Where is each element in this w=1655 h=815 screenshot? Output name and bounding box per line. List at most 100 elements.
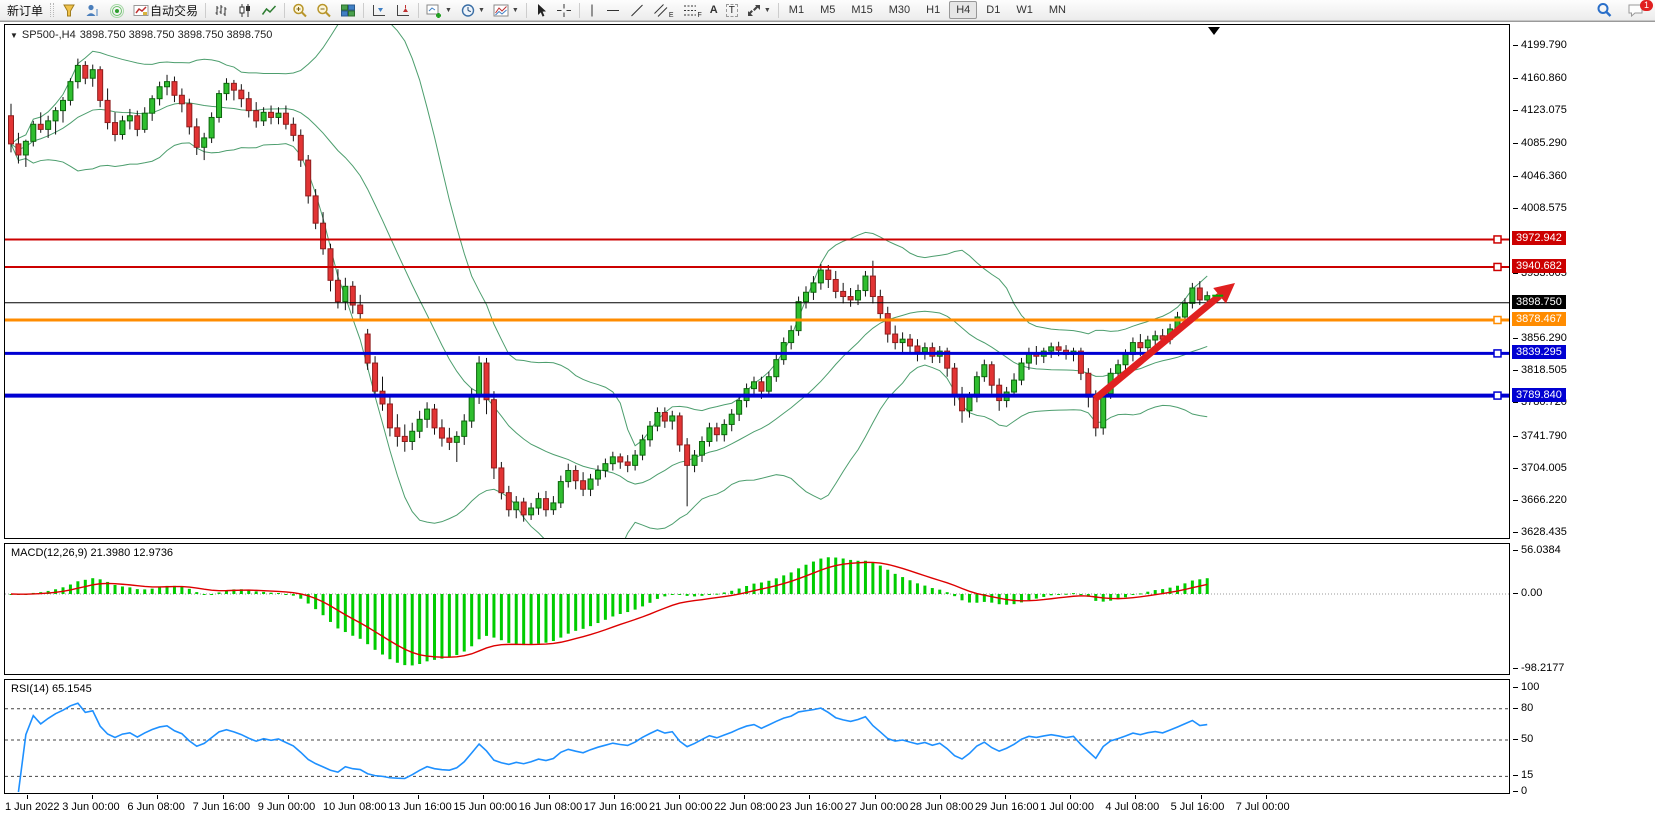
rsi-label: RSI(14) 65.1545 [11, 683, 92, 695]
time-axis-tick [1135, 795, 1136, 799]
timeframe-button-m15[interactable]: M15 [844, 1, 879, 19]
price-panel[interactable]: ▼ SP500-,H4 3898.750 3898.750 3898.750 3… [4, 24, 1510, 539]
template-caret-icon: ▼ [512, 7, 519, 14]
auto-scroll-button[interactable] [367, 0, 391, 20]
price-axis[interactable]: 4199.7904160.8604123.0754085.2904046.360… [1510, 22, 1655, 815]
time-axis-label: 23 Jun 16:00 [779, 801, 843, 813]
time-axis-label: 28 Jun 08:00 [910, 801, 974, 813]
horizontal-line-tool-button[interactable] [601, 0, 625, 20]
time-axis-label: 1 Jul 00:00 [1040, 801, 1094, 813]
macd-axis-tick: -98.2177 [1521, 662, 1564, 674]
toolbar-separator [579, 3, 580, 18]
signal-button[interactable] [105, 0, 129, 20]
timeframe-group: M1M5M15M30H1H4D1W1MN [782, 1, 1073, 19]
notifications-button[interactable]: 1 [1623, 0, 1649, 20]
time-axis-tick [875, 795, 876, 799]
template-button[interactable]: ▼ [489, 0, 523, 20]
fibonacci-tool-button[interactable]: F [678, 0, 706, 20]
time-axis-label: 5 Jul 16:00 [1171, 801, 1225, 813]
toolbar-separator [284, 3, 285, 18]
text-tool-button[interactable]: A [706, 0, 722, 20]
candlestick-chart-button[interactable] [233, 0, 257, 20]
price-axis-tick: 3704.005 [1521, 462, 1567, 474]
time-axis-label: 13 Jun 16:00 [388, 801, 452, 813]
timeframe-button-m1[interactable]: M1 [782, 1, 811, 19]
timeframe-button-m30[interactable]: M30 [882, 1, 917, 19]
time-axis-tick [679, 795, 680, 799]
chart-title: ▼ SP500-,H4 3898.750 3898.750 3898.750 3… [10, 29, 272, 41]
chart-collapse-icon[interactable]: ▼ [10, 31, 18, 40]
zoom-out-button[interactable] [312, 0, 336, 20]
label-tool-button[interactable]: T [722, 0, 742, 20]
timeframe-button-h4[interactable]: H4 [949, 1, 977, 19]
time-axis-tick [1266, 795, 1267, 799]
crosshair-tool-button[interactable] [552, 0, 576, 20]
main-toolbar: 新订单 自动交易 ▼ ▼ [0, 0, 1655, 21]
search-button[interactable] [1592, 0, 1617, 20]
price-level-badge: 3972.942 [1512, 231, 1566, 245]
auto-trading-button[interactable]: 自动交易 [129, 0, 202, 20]
funnel-icon [61, 3, 77, 18]
price-axis-tick: 3628.435 [1521, 526, 1567, 538]
market-watch-button[interactable] [81, 0, 105, 20]
time-axis-label: 29 Jun 16:00 [975, 801, 1039, 813]
time-axis-label: 15 Jun 00:00 [453, 801, 517, 813]
rsi-canvas[interactable] [5, 680, 1509, 793]
toolbar-separator [418, 3, 419, 18]
new-order-button[interactable]: 新订单 [3, 0, 47, 20]
search-icon [1596, 2, 1613, 18]
chart-shift-button[interactable] [391, 0, 415, 20]
time-axis[interactable]: 1 Jun 20223 Jun 00:006 Jun 08:007 Jun 16… [4, 795, 1510, 815]
zoom-in-button[interactable] [288, 0, 312, 20]
timeframe-button-h1[interactable]: H1 [919, 1, 947, 19]
price-level-badge: 3839.295 [1512, 345, 1566, 359]
price-axis-tick: 3856.290 [1521, 332, 1567, 344]
cursor-tool-button[interactable] [530, 0, 552, 20]
time-axis-label: 4 Jul 08:00 [1105, 801, 1159, 813]
macd-panel[interactable]: MACD(12,26,9) 21.3980 12.9736 [4, 543, 1510, 675]
add-indicator-caret-icon: ▼ [445, 7, 452, 14]
rsi-panel[interactable]: RSI(14) 65.1545 [4, 679, 1510, 794]
toolbar-separator [526, 3, 527, 18]
fibonacci-icon [682, 3, 698, 18]
time-axis-tick [1070, 795, 1071, 799]
tile-windows-button[interactable] [336, 0, 360, 20]
rsi-axis-tick: 15 [1521, 769, 1533, 781]
time-axis-tick [940, 795, 941, 799]
price-axis-tick: 3818.505 [1521, 364, 1567, 376]
channel-tool-button[interactable]: E [649, 0, 678, 20]
funnel-button[interactable] [57, 0, 81, 20]
horizontal-line-icon [605, 3, 621, 18]
trendline-tool-button[interactable] [625, 0, 649, 20]
vertical-line-tool-button[interactable] [583, 0, 601, 20]
timeframe-button-d1[interactable]: D1 [979, 1, 1007, 19]
chart-shift-icon [395, 3, 411, 18]
price-axis-tick: 4085.290 [1521, 137, 1567, 149]
add-indicator-button[interactable]: ▼ [422, 0, 456, 20]
trendline-icon [629, 3, 645, 18]
price-level-badge: 3940.682 [1512, 259, 1566, 273]
timeframe-button-mn[interactable]: MN [1042, 1, 1073, 19]
time-axis-tick [353, 795, 354, 799]
time-axis-label: 21 Jun 00:00 [649, 801, 713, 813]
time-axis-label: 22 Jun 08:00 [714, 801, 778, 813]
arrows-tool-button[interactable]: ▼ [742, 0, 775, 20]
channel-icon [653, 3, 669, 18]
timeframe-button-m5[interactable]: M5 [813, 1, 842, 19]
add-indicator-icon [426, 3, 443, 18]
period-caret-icon: ▼ [478, 7, 485, 14]
period-button[interactable]: ▼ [456, 0, 489, 20]
timeframe-button-w1[interactable]: W1 [1009, 1, 1040, 19]
time-axis-tick [1005, 795, 1006, 799]
time-axis-label: 7 Jul 00:00 [1236, 801, 1290, 813]
price-level-badge: 3878.467 [1512, 312, 1566, 326]
line-chart-button[interactable] [257, 0, 281, 20]
price-axis-tick: 4199.790 [1521, 39, 1567, 51]
time-axis-tick [1201, 795, 1202, 799]
macd-canvas[interactable] [5, 544, 1509, 674]
time-axis-tick [744, 795, 745, 799]
price-chart-canvas[interactable] [5, 25, 1509, 538]
time-axis-tick [157, 795, 158, 799]
bar-chart-button[interactable] [209, 0, 233, 20]
toolbar-grip [50, 3, 54, 17]
